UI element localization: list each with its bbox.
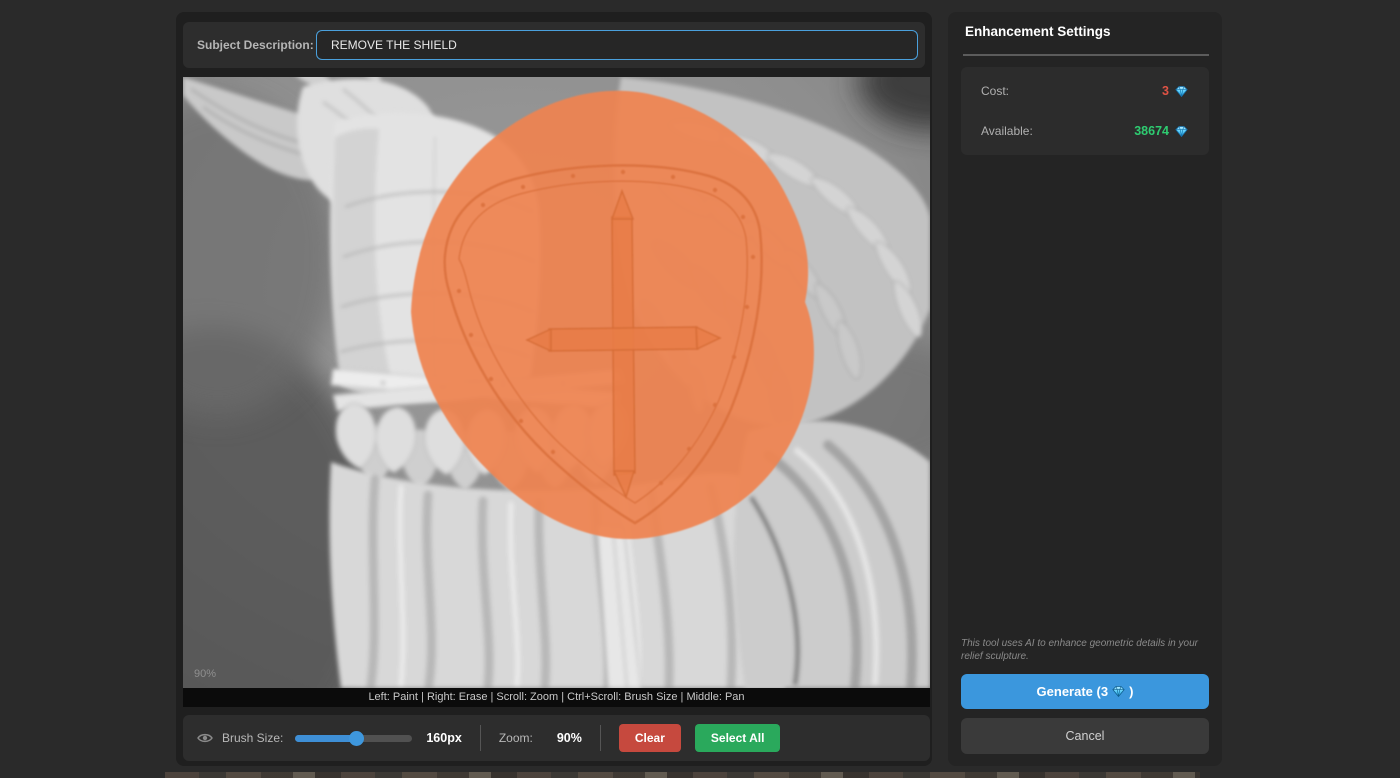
brush-size-label: Brush Size: bbox=[222, 731, 283, 745]
eye-icon bbox=[197, 732, 213, 744]
background-thumbnail-strip bbox=[165, 772, 1200, 778]
zoom-value: 90% bbox=[557, 731, 582, 745]
gem-icon bbox=[1174, 85, 1189, 98]
clear-button[interactable]: Clear bbox=[619, 724, 681, 752]
cost-value: 3 bbox=[1162, 84, 1169, 98]
subject-description-label: Subject Description: bbox=[197, 22, 314, 68]
editor-panel: Subject Description: bbox=[176, 12, 932, 766]
mask-paint-canvas[interactable]: 90% bbox=[183, 77, 930, 688]
subject-description-card: Subject Description: bbox=[183, 22, 925, 68]
select-all-button[interactable]: Select All bbox=[695, 724, 781, 752]
available-label: Available: bbox=[981, 124, 1033, 138]
divider bbox=[480, 725, 481, 751]
statue-image bbox=[183, 77, 930, 688]
cost-card: Cost: 3 Available: 38674 bbox=[961, 67, 1209, 155]
brush-slider-thumb[interactable] bbox=[349, 731, 364, 746]
available-value: 38674 bbox=[1134, 124, 1169, 138]
gem-icon bbox=[1174, 125, 1189, 138]
brush-slider-fill bbox=[295, 735, 357, 742]
generate-label-suffix: ) bbox=[1129, 684, 1133, 699]
panel-title: Enhancement Settings bbox=[965, 24, 1111, 39]
canvas-zoom-indicator: 90% bbox=[194, 668, 216, 680]
divider bbox=[600, 725, 601, 751]
brush-size-value: 160px bbox=[426, 731, 461, 745]
brush-controls-bar: Brush Size: 160px Zoom: 90% Clear Select… bbox=[183, 715, 930, 761]
subject-description-input[interactable] bbox=[316, 30, 918, 60]
mouse-instructions-bar: Left: Paint | Right: Erase | Scroll: Zoo… bbox=[183, 688, 930, 707]
enhancement-settings-panel: Enhancement Settings Cost: 3 Available: … bbox=[948, 12, 1222, 766]
generate-label-prefix: Generate (3 bbox=[1037, 684, 1109, 699]
gem-icon bbox=[1111, 685, 1126, 698]
available-row: Available: 38674 bbox=[981, 124, 1189, 138]
tool-description-note: This tool uses AI to enhance geometric d… bbox=[961, 637, 1209, 663]
cancel-button[interactable]: Cancel bbox=[961, 718, 1209, 754]
cost-label: Cost: bbox=[981, 84, 1009, 98]
divider bbox=[963, 54, 1209, 56]
brush-size-slider[interactable] bbox=[295, 731, 412, 746]
generate-button[interactable]: Generate (3 ) bbox=[961, 674, 1209, 709]
zoom-label: Zoom: bbox=[499, 731, 533, 745]
cost-row: Cost: 3 bbox=[981, 84, 1189, 98]
